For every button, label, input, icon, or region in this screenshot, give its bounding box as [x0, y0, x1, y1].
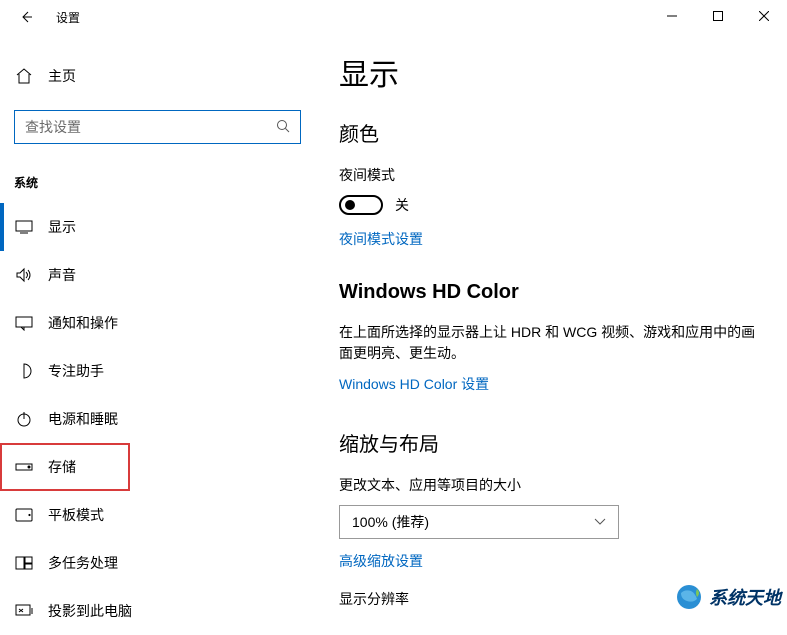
sidebar-item-project[interactable]: 投影到此电脑 [0, 587, 315, 635]
text-size-label: 更改文本、应用等项目的大小 [339, 475, 763, 495]
sidebar-item-tablet[interactable]: 平板模式 [0, 491, 315, 539]
sidebar-item-power[interactable]: 电源和睡眠 [0, 395, 315, 443]
sidebar-item-focus[interactable]: 专注助手 [0, 347, 315, 395]
notifications-icon [14, 313, 34, 333]
dropdown-value: 100% (推荐) [352, 512, 429, 532]
tablet-icon [14, 505, 34, 525]
back-button[interactable] [14, 5, 38, 29]
maximize-icon [713, 11, 723, 21]
home-label: 主页 [48, 66, 76, 86]
sidebar-item-storage[interactable]: 存储 [0, 443, 130, 491]
sidebar-item-label: 专注助手 [48, 361, 104, 381]
section-color-title: 颜色 [339, 118, 763, 147]
sidebar-item-label: 电源和睡眠 [48, 409, 118, 429]
sidebar-item-label: 平板模式 [48, 505, 104, 525]
multitask-icon [14, 553, 34, 573]
page-title: 显示 [339, 50, 763, 94]
display-icon [14, 217, 34, 237]
sidebar: 主页 系统 显示 声音 通知和操作 [0, 34, 315, 621]
search-input[interactable] [25, 119, 276, 135]
project-icon [14, 601, 34, 621]
search-icon [276, 119, 290, 136]
sidebar-item-label: 投影到此电脑 [48, 601, 132, 621]
sidebar-item-multitask[interactable]: 多任务处理 [0, 539, 315, 587]
night-mode-toggle[interactable] [339, 195, 383, 215]
window-title: 设置 [56, 9, 80, 26]
minimize-icon [667, 11, 677, 21]
focus-icon [14, 361, 34, 381]
minimize-button[interactable] [649, 0, 695, 32]
storage-icon [14, 457, 34, 477]
toggle-state-text: 关 [395, 195, 409, 215]
chevron-down-icon [594, 518, 606, 526]
home-nav[interactable]: 主页 [0, 56, 315, 96]
sidebar-item-label: 多任务处理 [48, 553, 118, 573]
content-pane: 显示 颜色 夜间模式 关 夜间模式设置 Windows HD Color 在上面… [315, 34, 787, 621]
sidebar-item-label: 存储 [48, 457, 76, 477]
maximize-button[interactable] [695, 0, 741, 32]
hdcolor-desc: 在上面所选择的显示器上让 HDR 和 WCG 视频、游戏和应用中的画面更明亮、更… [339, 322, 763, 364]
search-box[interactable] [14, 110, 301, 144]
sidebar-item-label: 通知和操作 [48, 313, 118, 333]
category-label: 系统 [0, 144, 315, 203]
sidebar-item-label: 显示 [48, 217, 76, 237]
close-icon [759, 11, 769, 21]
section-scale-title: 缩放与布局 [339, 428, 763, 457]
night-mode-label: 夜间模式 [339, 165, 763, 185]
sidebar-item-sound[interactable]: 声音 [0, 251, 315, 299]
close-button[interactable] [741, 0, 787, 32]
night-mode-settings-link[interactable]: 夜间模式设置 [339, 229, 423, 249]
back-arrow-icon [18, 9, 34, 25]
sound-icon [14, 265, 34, 285]
home-icon [14, 66, 34, 86]
power-icon [14, 409, 34, 429]
sidebar-item-display[interactable]: 显示 [0, 203, 315, 251]
resolution-label: 显示分辨率 [339, 589, 763, 609]
advanced-scale-link[interactable]: 高级缩放设置 [339, 551, 423, 571]
sidebar-item-label: 声音 [48, 265, 76, 285]
sidebar-item-notifications[interactable]: 通知和操作 [0, 299, 315, 347]
hdcolor-settings-link[interactable]: Windows HD Color 设置 [339, 374, 489, 394]
scale-dropdown[interactable]: 100% (推荐) [339, 505, 619, 539]
hdcolor-title: Windows HD Color [339, 281, 763, 304]
toggle-knob [345, 200, 355, 210]
